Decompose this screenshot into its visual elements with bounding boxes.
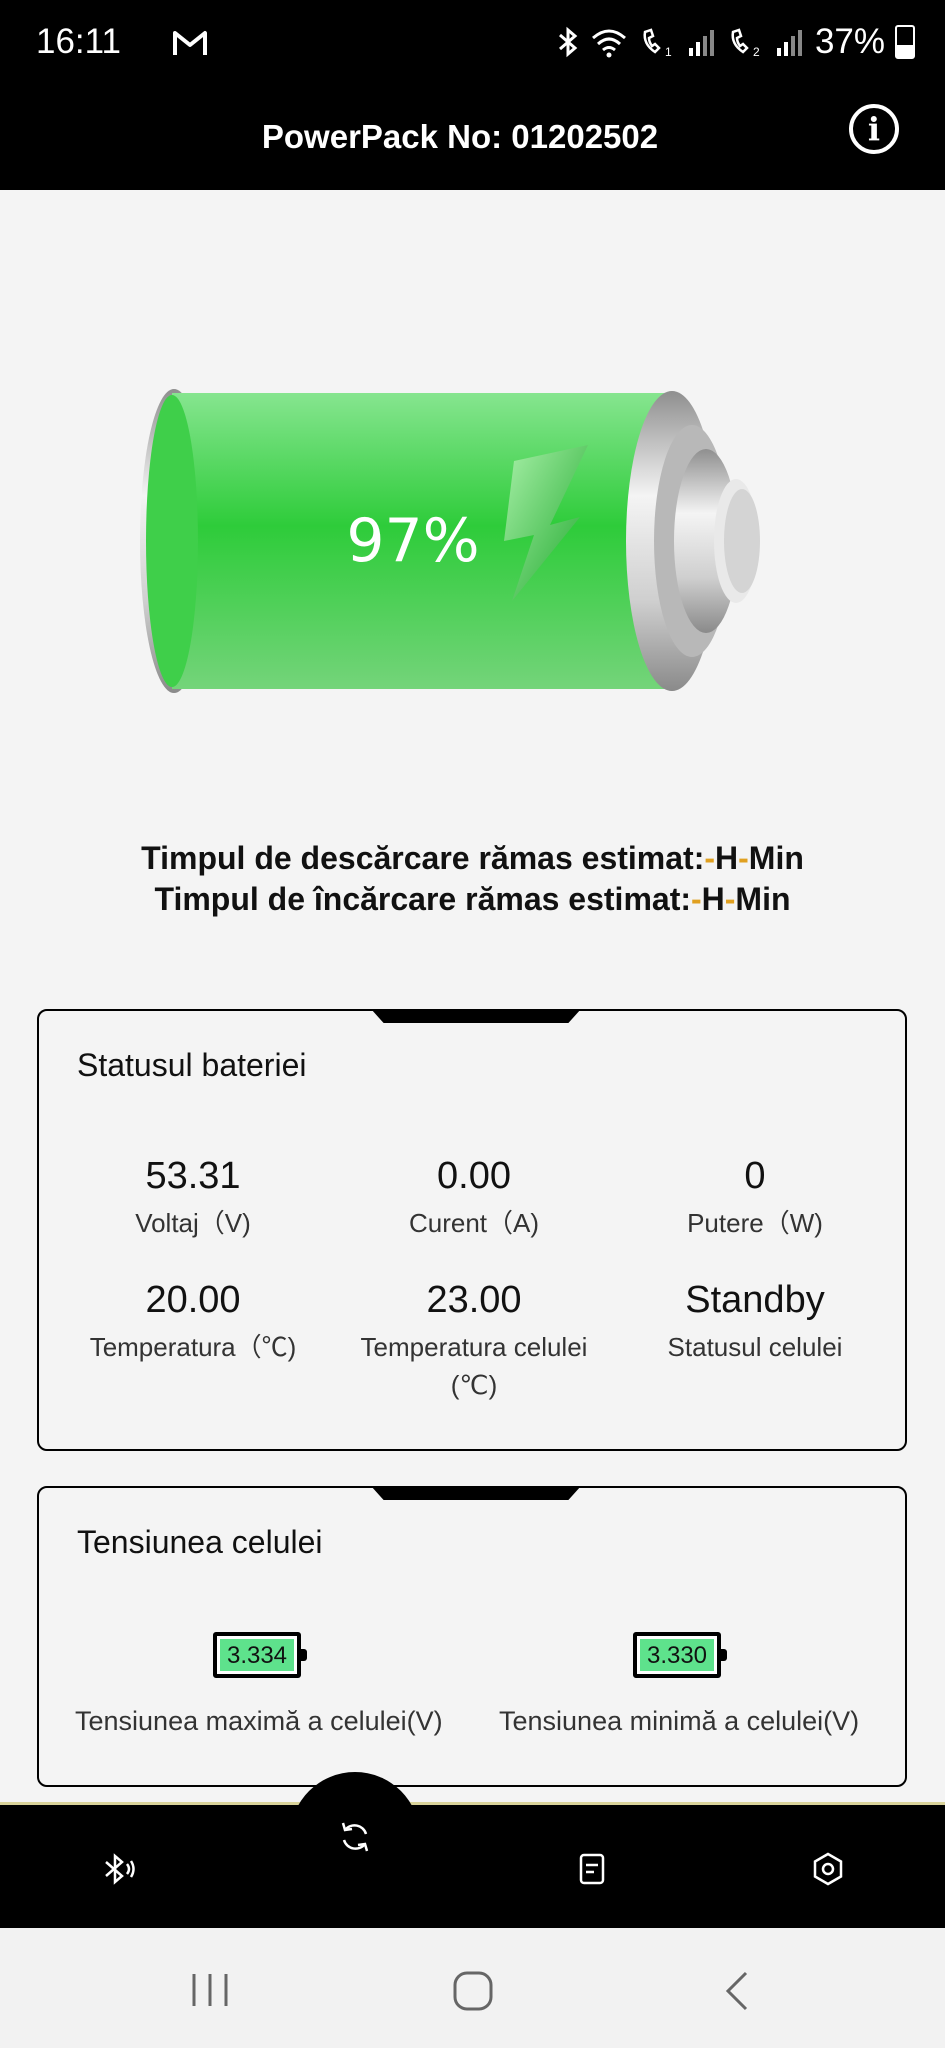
battery-status-card: Statusul bateriei 53.31 Voltaj（V) 0.00 C…: [37, 1009, 907, 1451]
charge-minutes-unit: Min: [735, 881, 791, 917]
wifi-calling-icon: 1: [643, 28, 672, 58]
discharge-minutes-value: -: [738, 840, 749, 876]
discharge-hours-value: -: [704, 840, 716, 876]
wifi-icon: [591, 29, 626, 58]
min-cell-voltage-label: Tensiunea minimă a celulei(V): [499, 1706, 860, 1736]
system-nav-bar: [0, 1928, 945, 2048]
wifi-calling-icon-2: 2: [731, 28, 760, 58]
voltage-value: 53.31: [145, 1155, 241, 1197]
cell-temperature-value: 23.00: [426, 1279, 522, 1321]
min-cell-voltage-value: 3.330: [646, 1642, 708, 1669]
cell-status-label: Statusul celulei: [667, 1332, 843, 1362]
charge-hours-unit: H: [701, 881, 725, 917]
signal-icon-1: [688, 30, 714, 56]
page-title: PowerPack No: 01202502: [261, 118, 659, 155]
app-header: PowerPack No: 01202502 i: [0, 84, 945, 190]
battery-percent: 97%: [346, 506, 479, 576]
refresh-icon: [341, 1822, 369, 1852]
battery-status-title: Statusul bateriei: [77, 1047, 307, 1083]
charge-estimate: Timpul de încărcare rămas estimat:-H-Min: [0, 879, 945, 920]
power-stat: 0 Putere（W): [615, 1155, 895, 1242]
current-label: Curent（A): [408, 1208, 540, 1238]
cell-status-value: Standby: [685, 1279, 825, 1321]
discharge-estimate: Timpul de descărcare rămas estimat:-H-Mi…: [0, 838, 945, 879]
refresh-button[interactable]: [290, 1772, 420, 1902]
max-cell-voltage-value: 3.334: [226, 1642, 288, 1669]
temperature-stat: 20.00 Temperatura（℃): [53, 1279, 333, 1366]
recents-icon[interactable]: [188, 1970, 232, 2010]
bottom-nav: [0, 1802, 945, 1931]
cell-voltage-card: Tensiunea celulei 3.334 Tensiunea maximă…: [37, 1486, 907, 1787]
signal-icon-2: [776, 30, 802, 56]
charge-label: Timpul de încărcare rămas estimat:: [154, 881, 691, 917]
bluetooth-icon[interactable]: [98, 1849, 138, 1889]
max-cell-voltage-label: Tensiunea maximă a celulei(V): [75, 1706, 443, 1736]
home-icon[interactable]: [452, 1970, 494, 2012]
cell-temperature-label: Temperatura celulei (℃): [360, 1332, 588, 1400]
bluetooth-status-icon: [558, 26, 578, 58]
time-estimates: Timpul de descărcare rămas estimat:-H-Mi…: [0, 838, 945, 920]
svg-text:1: 1: [665, 45, 672, 58]
card-tab-decoration: [371, 1486, 581, 1500]
status-time: 16:11: [36, 22, 121, 61]
card-tab-decoration: [371, 1009, 581, 1023]
document-icon[interactable]: [572, 1849, 612, 1889]
battery-graphic: 97%: [140, 389, 760, 693]
voltage-stat: 53.31 Voltaj（V): [53, 1155, 333, 1242]
status-battery-icon: [895, 25, 915, 59]
current-value: 0.00: [437, 1155, 511, 1197]
back-icon[interactable]: [722, 1970, 752, 2012]
power-label: Putere（W): [687, 1208, 823, 1238]
status-icons: 1 2 37%: [557, 20, 915, 64]
charge-minutes-value: -: [724, 881, 736, 917]
cell-status-stat: Standby Statusul celulei: [615, 1279, 895, 1366]
temperature-label: Temperatura（℃): [89, 1332, 297, 1362]
min-cell-battery-icon: 3.330: [633, 1632, 727, 1678]
status-bar: 16:11 1 2 37%: [0, 0, 945, 84]
discharge-label: Timpul de descărcare rămas estimat:: [141, 840, 705, 876]
temperature-value: 20.00: [145, 1279, 241, 1321]
svg-text:2: 2: [753, 45, 760, 58]
voltage-label: Voltaj（V): [135, 1208, 251, 1238]
discharge-minutes-unit: Min: [748, 840, 804, 876]
max-cell-battery-icon: 3.334: [213, 1632, 307, 1678]
gmail-icon: [173, 31, 207, 55]
power-value: 0: [744, 1155, 766, 1197]
current-stat: 0.00 Curent（A): [334, 1155, 614, 1242]
settings-icon[interactable]: [808, 1849, 848, 1889]
cell-voltage-title: Tensiunea celulei: [77, 1524, 323, 1560]
discharge-hours-unit: H: [715, 840, 739, 876]
charge-hours-value: -: [691, 881, 702, 917]
info-icon[interactable]: i: [849, 104, 899, 154]
status-battery-percent: 37%: [814, 22, 885, 61]
cell-temperature-stat: 23.00 Temperatura celulei (℃): [334, 1279, 614, 1404]
